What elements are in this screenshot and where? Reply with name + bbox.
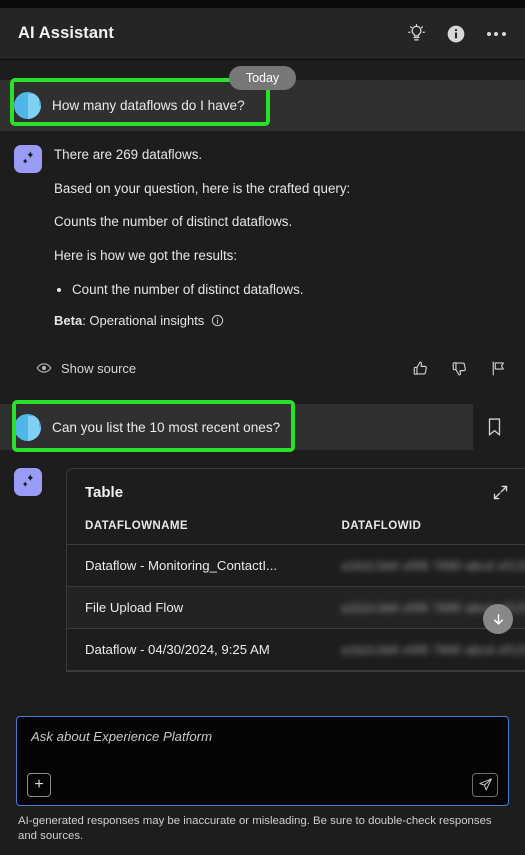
beta-description: : Operational insights <box>82 313 205 329</box>
date-divider-label: Today <box>228 66 297 90</box>
column-header-dataflowid[interactable]: DATAFLOWID <box>323 513 525 546</box>
user-avatar-icon <box>14 92 41 119</box>
show-source-button[interactable]: Show source <box>36 360 412 376</box>
chat-input-placeholder[interactable]: Ask about Experience Platform <box>31 729 496 744</box>
date-divider: Today <box>0 66 525 90</box>
ai-assistant-avatar-icon <box>14 468 42 497</box>
table-row[interactable]: File Upload Flow a1b2c3d4 e5f6 7890 abcd… <box>67 586 525 630</box>
beta-label: Beta <box>54 313 83 329</box>
flag-icon[interactable] <box>490 360 507 377</box>
lightbulb-icon[interactable] <box>401 19 431 49</box>
expand-icon[interactable] <box>490 482 511 503</box>
thumbs-down-icon[interactable] <box>451 360 468 377</box>
add-attachment-button[interactable]: + <box>27 772 51 797</box>
show-source-label: Show source <box>61 360 137 376</box>
info-icon[interactable] <box>441 19 471 49</box>
header-actions <box>401 19 511 49</box>
user-message-2-row: Can you list the 10 most recent ones? <box>0 398 525 457</box>
assistant-paragraph-3: Counts the number of distinct dataflows. <box>54 214 293 230</box>
user-message-2: Can you list the 10 most recent ones? <box>0 404 473 451</box>
assistant-paragraph-4: Here is how we got the results: <box>54 248 238 264</box>
page-title: AI Assistant <box>18 24 114 42</box>
user-avatar-icon <box>14 413 41 441</box>
message-composer[interactable]: Ask about Experience Platform + <box>16 715 509 806</box>
window-top-strip <box>0 0 525 8</box>
table-header-row: DATAFLOWNAME DATAFLOWID <box>67 513 525 546</box>
composer-area: Ask about Experience Platform + <box>0 715 525 806</box>
assistant-paragraph-2: Based on your question, here is the craf… <box>54 180 351 196</box>
beta-notice: Beta: Operational insights <box>54 313 511 328</box>
user-message-2-text: Can you list the 10 most recent ones? <box>52 419 281 435</box>
thumbs-up-icon[interactable] <box>412 360 429 377</box>
assistant-message-body: There are 269 dataflows. Based on your q… <box>54 145 511 342</box>
cell-dataflowname: Dataflow - Monitoring_ContactI... <box>67 544 324 588</box>
eye-icon <box>36 360 52 376</box>
ai-disclaimer: AI-generated responses may be inaccurate… <box>0 805 525 855</box>
more-dots <box>486 31 506 36</box>
redacted-value: a1b2c3d4 e5f6 7890 abcd ef1234567890 <box>341 559 525 574</box>
table-row[interactable]: Dataflow - 04/30/2024, 9:25 AM a1b2c3d4 … <box>67 628 525 672</box>
table-row[interactable]: Dataflow - Monitoring_ContactI... a1b2c3… <box>67 544 525 588</box>
cell-dataflowid: a1b2c3d4 e5f6 7890 abcd ef1234567890 <box>323 628 525 672</box>
table-card: Table DATAFLOWNAME DATAFLOWID Dataflow -… <box>66 468 525 673</box>
ai-assistant-avatar-icon <box>14 145 42 173</box>
assistant-bullet-list: Count the number of distinct dataflows. <box>72 281 511 299</box>
redacted-value: a1b2c3d4 e5f6 7890 abcd ef1234567890 <box>341 643 525 658</box>
composer-toolbar: + <box>27 772 498 797</box>
beta-info-icon[interactable] <box>211 314 224 327</box>
user-message-2-wrap: Can you list the 10 most recent ones? <box>0 386 525 457</box>
table-title: Table <box>85 484 124 502</box>
panel-header: AI Assistant <box>0 8 525 60</box>
assistant-message: There are 269 dataflows. Based on your q… <box>0 131 525 351</box>
table-head: DATAFLOWNAME DATAFLOWID <box>67 513 525 546</box>
cell-dataflowid: a1b2c3d4 e5f6 7890 abcd ef1234567890 <box>323 544 525 588</box>
assistant-paragraph-1: There are 269 dataflows. <box>54 147 203 162</box>
ai-assistant-panel: AI Assistant Today How many dataflows do… <box>0 0 525 855</box>
beta-text: Beta: Operational insights <box>54 313 204 328</box>
column-header-dataflowname[interactable]: DATAFLOWNAME <box>67 513 324 546</box>
conversation-scroll[interactable]: Today How many dataflows do I have? Ther… <box>0 60 525 716</box>
dataflow-table: DATAFLOWNAME DATAFLOWID Dataflow - Monit… <box>67 513 525 672</box>
user-message-1-text: How many dataflows do I have? <box>52 98 245 113</box>
table-result-block: Table DATAFLOWNAME DATAFLOWID Dataflow -… <box>0 456 525 673</box>
assistant-action-row: Show source <box>0 350 525 387</box>
table-body: Dataflow - Monitoring_ContactI... a1b2c3… <box>67 544 525 672</box>
feedback-controls <box>412 360 507 377</box>
more-options-icon[interactable] <box>481 19 511 49</box>
table-header-bar: Table <box>67 469 525 513</box>
cell-dataflowname: Dataflow - 04/30/2024, 9:25 AM <box>67 628 324 672</box>
assistant-bullet-1: Count the number of distinct dataflows. <box>72 281 511 299</box>
cell-dataflowname: File Upload Flow <box>67 586 324 630</box>
bookmark-icon[interactable] <box>479 412 509 442</box>
send-button[interactable] <box>472 772 498 797</box>
